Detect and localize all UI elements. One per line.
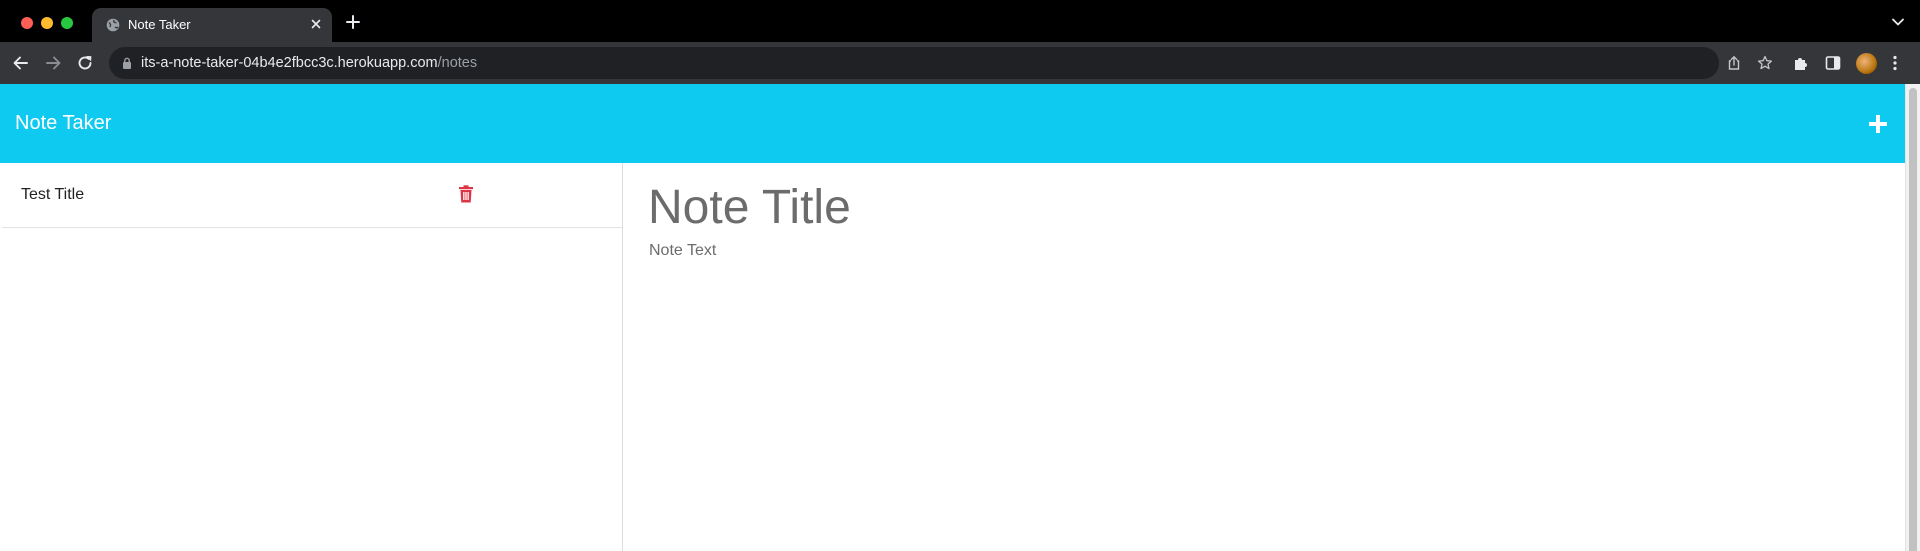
browser-tab[interactable]: Note Taker (92, 8, 332, 42)
url-path: /notes (437, 55, 478, 71)
chevron-down-icon[interactable] (1891, 16, 1905, 28)
new-note-plus-icon[interactable] (1867, 113, 1889, 135)
lock-icon[interactable] (122, 57, 132, 69)
tab-title: Note Taker (128, 17, 191, 32)
browser-toolbar: its-a-note-taker-04b4e2fbcc3c.herokuapp.… (0, 42, 1920, 84)
minimize-window-button[interactable] (41, 17, 53, 29)
scrollbar-thumb[interactable] (1909, 88, 1917, 551)
note-editor (624, 163, 1905, 551)
close-window-button[interactable] (21, 17, 33, 29)
app-brand[interactable]: Note Taker (15, 112, 111, 135)
side-panel-icon[interactable] (1824, 54, 1842, 72)
note-text-textarea[interactable] (649, 242, 1879, 532)
globe-icon (106, 18, 120, 32)
browser-window: Note Taker its-a-note-taker-04b4e2fbcc3c… (0, 0, 1920, 551)
more-menu-icon[interactable] (1893, 55, 1897, 71)
back-arrow-icon[interactable] (11, 53, 31, 73)
profile-avatar[interactable] (1856, 53, 1877, 74)
note-list: Test Title (0, 163, 623, 551)
forward-arrow-icon[interactable] (43, 53, 63, 73)
app-navbar: Note Taker (0, 84, 1905, 163)
new-tab-icon[interactable] (345, 14, 361, 30)
page-viewport: Note Taker Test Title (0, 84, 1920, 551)
extensions-puzzle-icon[interactable] (1792, 54, 1810, 72)
maximize-window-button[interactable] (61, 17, 73, 29)
address-bar[interactable]: its-a-note-taker-04b4e2fbcc3c.herokuapp.… (109, 47, 1773, 79)
url-host: its-a-note-taker-04b4e2fbcc3c.herokuapp.… (141, 55, 438, 71)
reload-icon[interactable] (75, 53, 95, 73)
note-title-input[interactable] (648, 177, 1848, 237)
note-list-item-title[interactable]: Test Title (21, 186, 84, 204)
star-icon[interactable] (1757, 55, 1773, 71)
share-icon[interactable] (1726, 55, 1742, 71)
close-icon[interactable] (309, 17, 323, 31)
url-text[interactable]: its-a-note-taker-04b4e2fbcc3c.herokuapp.… (141, 55, 477, 71)
trash-icon[interactable] (458, 185, 474, 203)
tab-strip: Note Taker (0, 0, 1920, 42)
page-scrollbar[interactable] (1905, 84, 1920, 551)
note-list-item[interactable]: Test Title (2, 163, 622, 228)
